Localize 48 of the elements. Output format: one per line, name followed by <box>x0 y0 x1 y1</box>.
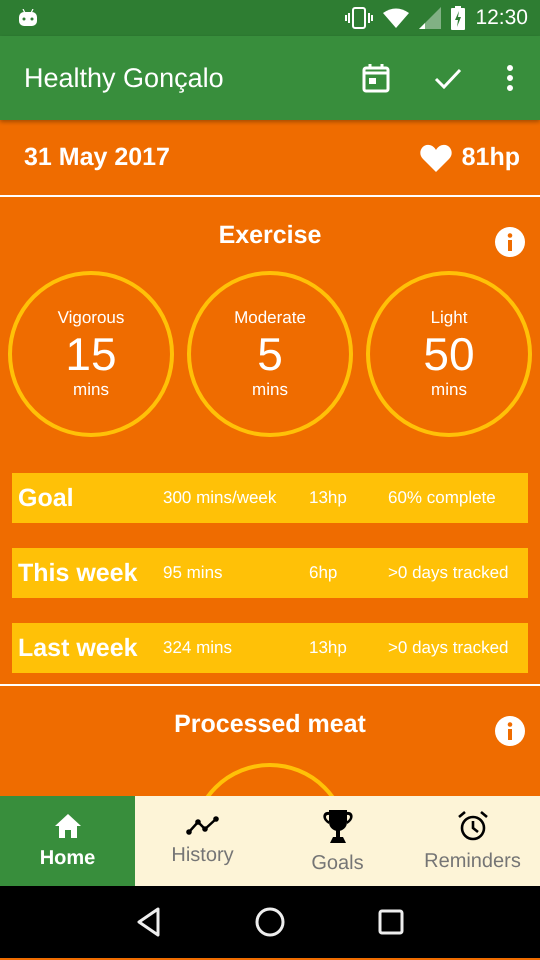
row-points: 6hp <box>309 563 338 583</box>
row-note: >0 days tracked <box>388 638 508 658</box>
check-icon[interactable] <box>434 67 462 89</box>
vibrate-icon <box>345 7 374 29</box>
back-icon[interactable] <box>136 907 162 937</box>
row-points: 13hp <box>309 488 348 508</box>
signal-icon <box>419 7 442 29</box>
nav-tab[interactable]: Goals <box>270 796 405 886</box>
row-note: >0 days tracked <box>388 563 508 583</box>
section-title: Processed meat <box>174 710 366 740</box>
wifi-icon <box>383 8 410 28</box>
recents-icon[interactable] <box>378 909 404 935</box>
row-label: This week <box>18 558 138 588</box>
nav-tab[interactable]: Reminders <box>405 796 540 886</box>
line-chart-icon <box>186 816 220 836</box>
row-amount: 300 mins/week <box>163 488 278 508</box>
row-note: 60% complete <box>388 488 496 508</box>
ring-label: Light <box>430 308 468 328</box>
date-label[interactable]: 31 May 2017 <box>24 143 170 172</box>
home-icon <box>54 812 82 838</box>
nav-tab[interactable]: History <box>135 796 270 886</box>
android-icon <box>18 9 38 27</box>
info-icon[interactable] <box>495 227 525 257</box>
row-label: Last week <box>18 634 139 662</box>
battery-icon <box>451 6 466 30</box>
ring-unit: mins <box>431 380 467 400</box>
row-points: 13hp <box>309 638 348 658</box>
section-title: Exercise <box>218 221 322 251</box>
nav-tab[interactable]: Home <box>0 796 135 886</box>
ring-value: 5 <box>257 328 283 380</box>
row-amount: 95 mins <box>163 563 224 583</box>
home-button-icon[interactable] <box>254 907 285 937</box>
ring-value: 50 <box>423 328 475 380</box>
row-amount: 324 mins <box>163 638 233 658</box>
more-icon[interactable] <box>506 65 514 91</box>
ring-unit: mins <box>252 380 288 400</box>
ring-unit: mins <box>73 380 109 400</box>
clock-time: 12:30 <box>475 6 528 30</box>
info-icon[interactable] <box>495 716 525 746</box>
calendar-icon[interactable] <box>362 63 390 93</box>
ring-label: Vigorous <box>58 308 124 328</box>
ring-label: Moderate <box>234 308 306 328</box>
health-points: 81hp <box>462 143 520 172</box>
app-title: Healthy Gonçalo <box>24 62 224 94</box>
ring-value: 15 <box>65 328 117 380</box>
heart-icon <box>420 144 452 172</box>
alarm-clock-icon <box>456 810 488 842</box>
row-label: Goal <box>18 484 75 512</box>
